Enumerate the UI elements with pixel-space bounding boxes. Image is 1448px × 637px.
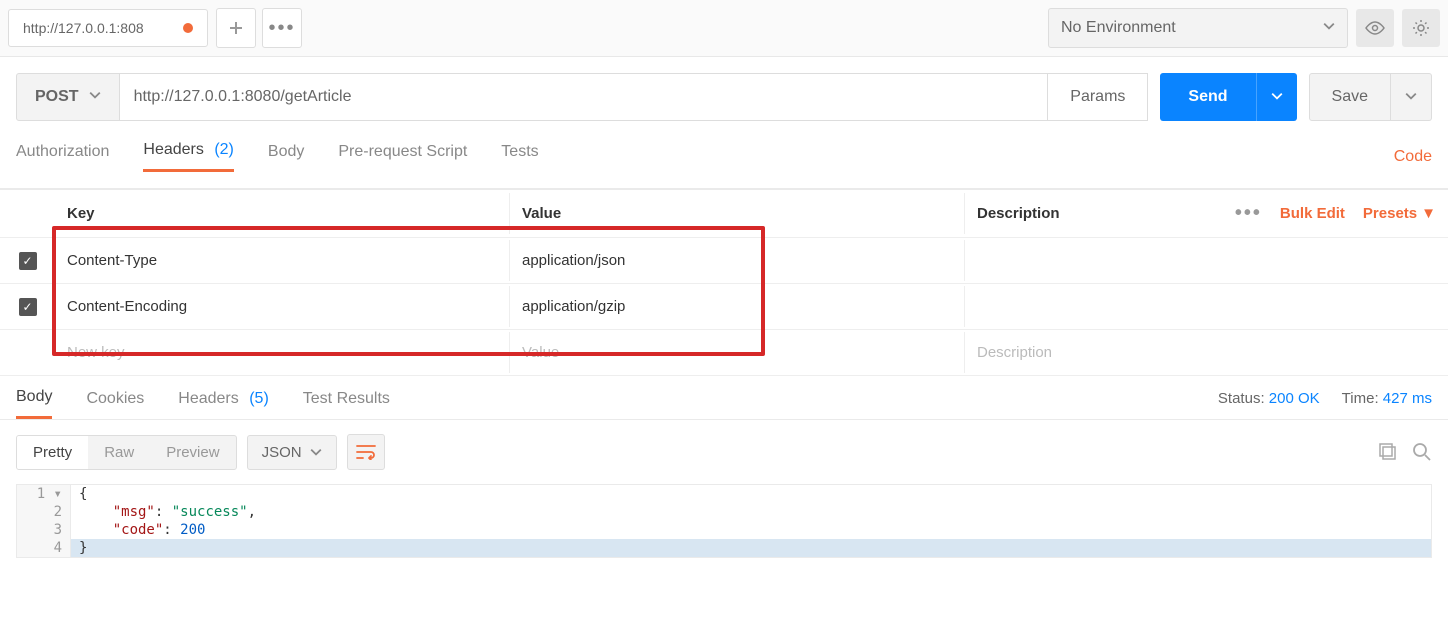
method-select[interactable]: POST: [16, 73, 120, 121]
chevron-down-icon: [1271, 90, 1283, 102]
response-controls: Pretty Raw Preview JSON: [0, 420, 1448, 484]
col-description: Description ••• Bulk Edit Presets ▼: [965, 190, 1448, 237]
view-preview[interactable]: Preview: [150, 436, 235, 469]
chevron-down-icon: [1323, 19, 1335, 37]
gear-icon: [1412, 19, 1430, 37]
environment-preview-button[interactable]: [1356, 9, 1394, 47]
response-meta: Status: 200 OK Time: 427 ms: [1218, 390, 1432, 417]
bulk-edit-link[interactable]: Bulk Edit: [1280, 205, 1345, 222]
header-key-input[interactable]: New key: [55, 332, 510, 373]
tab-headers[interactable]: Headers (2): [143, 141, 234, 172]
headers-table: Key Value Description ••• Bulk Edit Pres…: [0, 189, 1448, 376]
header-value-input[interactable]: application/json: [510, 240, 965, 281]
copy-icon[interactable]: [1378, 442, 1398, 462]
tab-prerequest[interactable]: Pre-request Script: [338, 143, 467, 171]
view-pretty[interactable]: Pretty: [17, 436, 88, 469]
response-tab-headers[interactable]: Headers (5): [178, 390, 269, 418]
plus-icon: [229, 21, 243, 35]
col-value: Value: [510, 193, 965, 234]
request-tabs: Authorization Headers (2) Body Pre-reque…: [16, 141, 1432, 172]
save-button[interactable]: Save: [1309, 73, 1391, 121]
wrap-lines-button[interactable]: [347, 434, 385, 470]
header-key-input[interactable]: Content-Encoding: [55, 286, 510, 327]
header-desc-input[interactable]: [965, 249, 1448, 273]
chevron-down-icon: [310, 446, 322, 458]
header-value-input[interactable]: Value: [510, 332, 965, 373]
response-body[interactable]: 1 ▾{2 "msg": "success",3 "code": 2004}: [16, 484, 1432, 558]
caret-down-icon: ▼: [1421, 205, 1436, 222]
save-dropdown-button[interactable]: [1391, 73, 1432, 121]
row-checkbox[interactable]: ✓: [19, 252, 37, 270]
new-tab-button[interactable]: [216, 8, 256, 48]
response-tabs: Body Cookies Headers (5) Test Results St…: [0, 376, 1448, 420]
format-select[interactable]: JSON: [247, 435, 337, 470]
header-desc-input[interactable]: [965, 295, 1448, 319]
table-row: ✓ Content-Type application/json: [0, 238, 1448, 284]
tab-tests[interactable]: Tests: [501, 143, 538, 171]
settings-button[interactable]: [1402, 9, 1440, 47]
status-value: 200 OK: [1269, 390, 1320, 407]
eye-icon: [1365, 21, 1385, 35]
view-mode-toggle: Pretty Raw Preview: [16, 435, 237, 470]
top-bar: http://127.0.0.1:808 ••• No Environment: [0, 0, 1448, 57]
tab-options-button[interactable]: •••: [262, 8, 302, 48]
send-dropdown-button[interactable]: [1256, 73, 1297, 121]
chevron-down-icon: [89, 88, 101, 106]
presets-dropdown[interactable]: Presets ▼: [1363, 205, 1436, 222]
time-value: 427 ms: [1383, 390, 1432, 407]
col-key: Key: [55, 193, 510, 234]
response-tab-tests[interactable]: Test Results: [303, 390, 390, 418]
request-tab[interactable]: http://127.0.0.1:808: [8, 9, 208, 47]
code-link[interactable]: Code: [1394, 148, 1432, 166]
wrap-icon: [356, 444, 376, 460]
send-button[interactable]: Send: [1160, 73, 1255, 121]
ellipsis-icon: •••: [268, 17, 295, 40]
dirty-indicator-icon: [183, 23, 193, 33]
header-key-input[interactable]: Content-Type: [55, 240, 510, 281]
chevron-down-icon: [1405, 90, 1417, 102]
header-value-input[interactable]: application/gzip: [510, 286, 965, 327]
view-raw[interactable]: Raw: [88, 436, 150, 469]
environment-select[interactable]: No Environment: [1048, 8, 1348, 48]
response-tab-body[interactable]: Body: [16, 388, 52, 419]
tab-authorization[interactable]: Authorization: [16, 143, 109, 171]
request-builder: POST Params Send Save Authorization Head…: [0, 57, 1448, 189]
environment-label: No Environment: [1061, 19, 1176, 37]
search-icon[interactable]: [1412, 442, 1432, 462]
params-button[interactable]: Params: [1048, 73, 1148, 121]
headers-header-row: Key Value Description ••• Bulk Edit Pres…: [0, 190, 1448, 238]
tab-body[interactable]: Body: [268, 143, 304, 171]
method-label: POST: [35, 88, 79, 106]
url-input[interactable]: [120, 73, 1049, 121]
header-desc-input[interactable]: Description: [965, 332, 1448, 373]
table-row: ✓ Content-Encoding application/gzip: [0, 284, 1448, 330]
row-checkbox[interactable]: ✓: [19, 298, 37, 316]
response-tab-cookies[interactable]: Cookies: [86, 390, 144, 418]
columns-options-button[interactable]: •••: [1235, 202, 1262, 225]
table-row: New key Value Description: [0, 330, 1448, 376]
request-tab-label: http://127.0.0.1:808: [23, 20, 144, 36]
